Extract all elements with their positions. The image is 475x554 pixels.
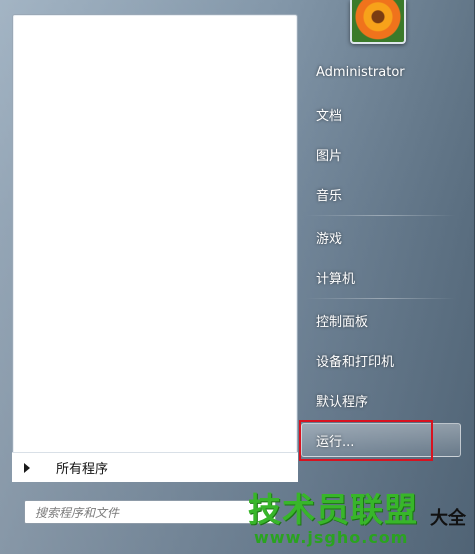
watermark-url: www.jsgho.com <box>254 528 409 547</box>
documents-link[interactable]: 文档 <box>316 105 342 124</box>
run-highlight-box <box>299 420 433 461</box>
devices-printers-link[interactable]: 设备和打印机 <box>316 351 394 370</box>
separator <box>306 298 456 299</box>
all-programs-label: 所有程序 <box>56 462 109 477</box>
search-input[interactable]: 搜索程序和文件 <box>24 500 276 524</box>
user-picture-icon[interactable] <box>350 0 406 44</box>
control-panel-link[interactable]: 控制面板 <box>316 311 368 330</box>
search-placeholder: 搜索程序和文件 <box>35 505 120 520</box>
separator <box>306 215 456 216</box>
triangle-right-icon <box>24 462 30 473</box>
games-link[interactable]: 游戏 <box>316 228 342 247</box>
programs-list <box>12 14 298 482</box>
start-menu: 所有程序 搜索程序和文件 Administrator 文档 图片 音乐 游戏 计… <box>0 0 475 554</box>
pictures-link[interactable]: 图片 <box>316 145 342 164</box>
default-programs-link[interactable]: 默认程序 <box>316 391 368 410</box>
all-programs-button[interactable]: 所有程序 <box>12 452 298 482</box>
music-link[interactable]: 音乐 <box>316 185 342 204</box>
computer-link[interactable]: 计算机 <box>316 268 355 287</box>
username-link[interactable]: Administrator <box>316 65 405 80</box>
watermark-side: 大全 <box>430 508 466 529</box>
watermark-title: 技术员联盟 <box>248 490 418 529</box>
